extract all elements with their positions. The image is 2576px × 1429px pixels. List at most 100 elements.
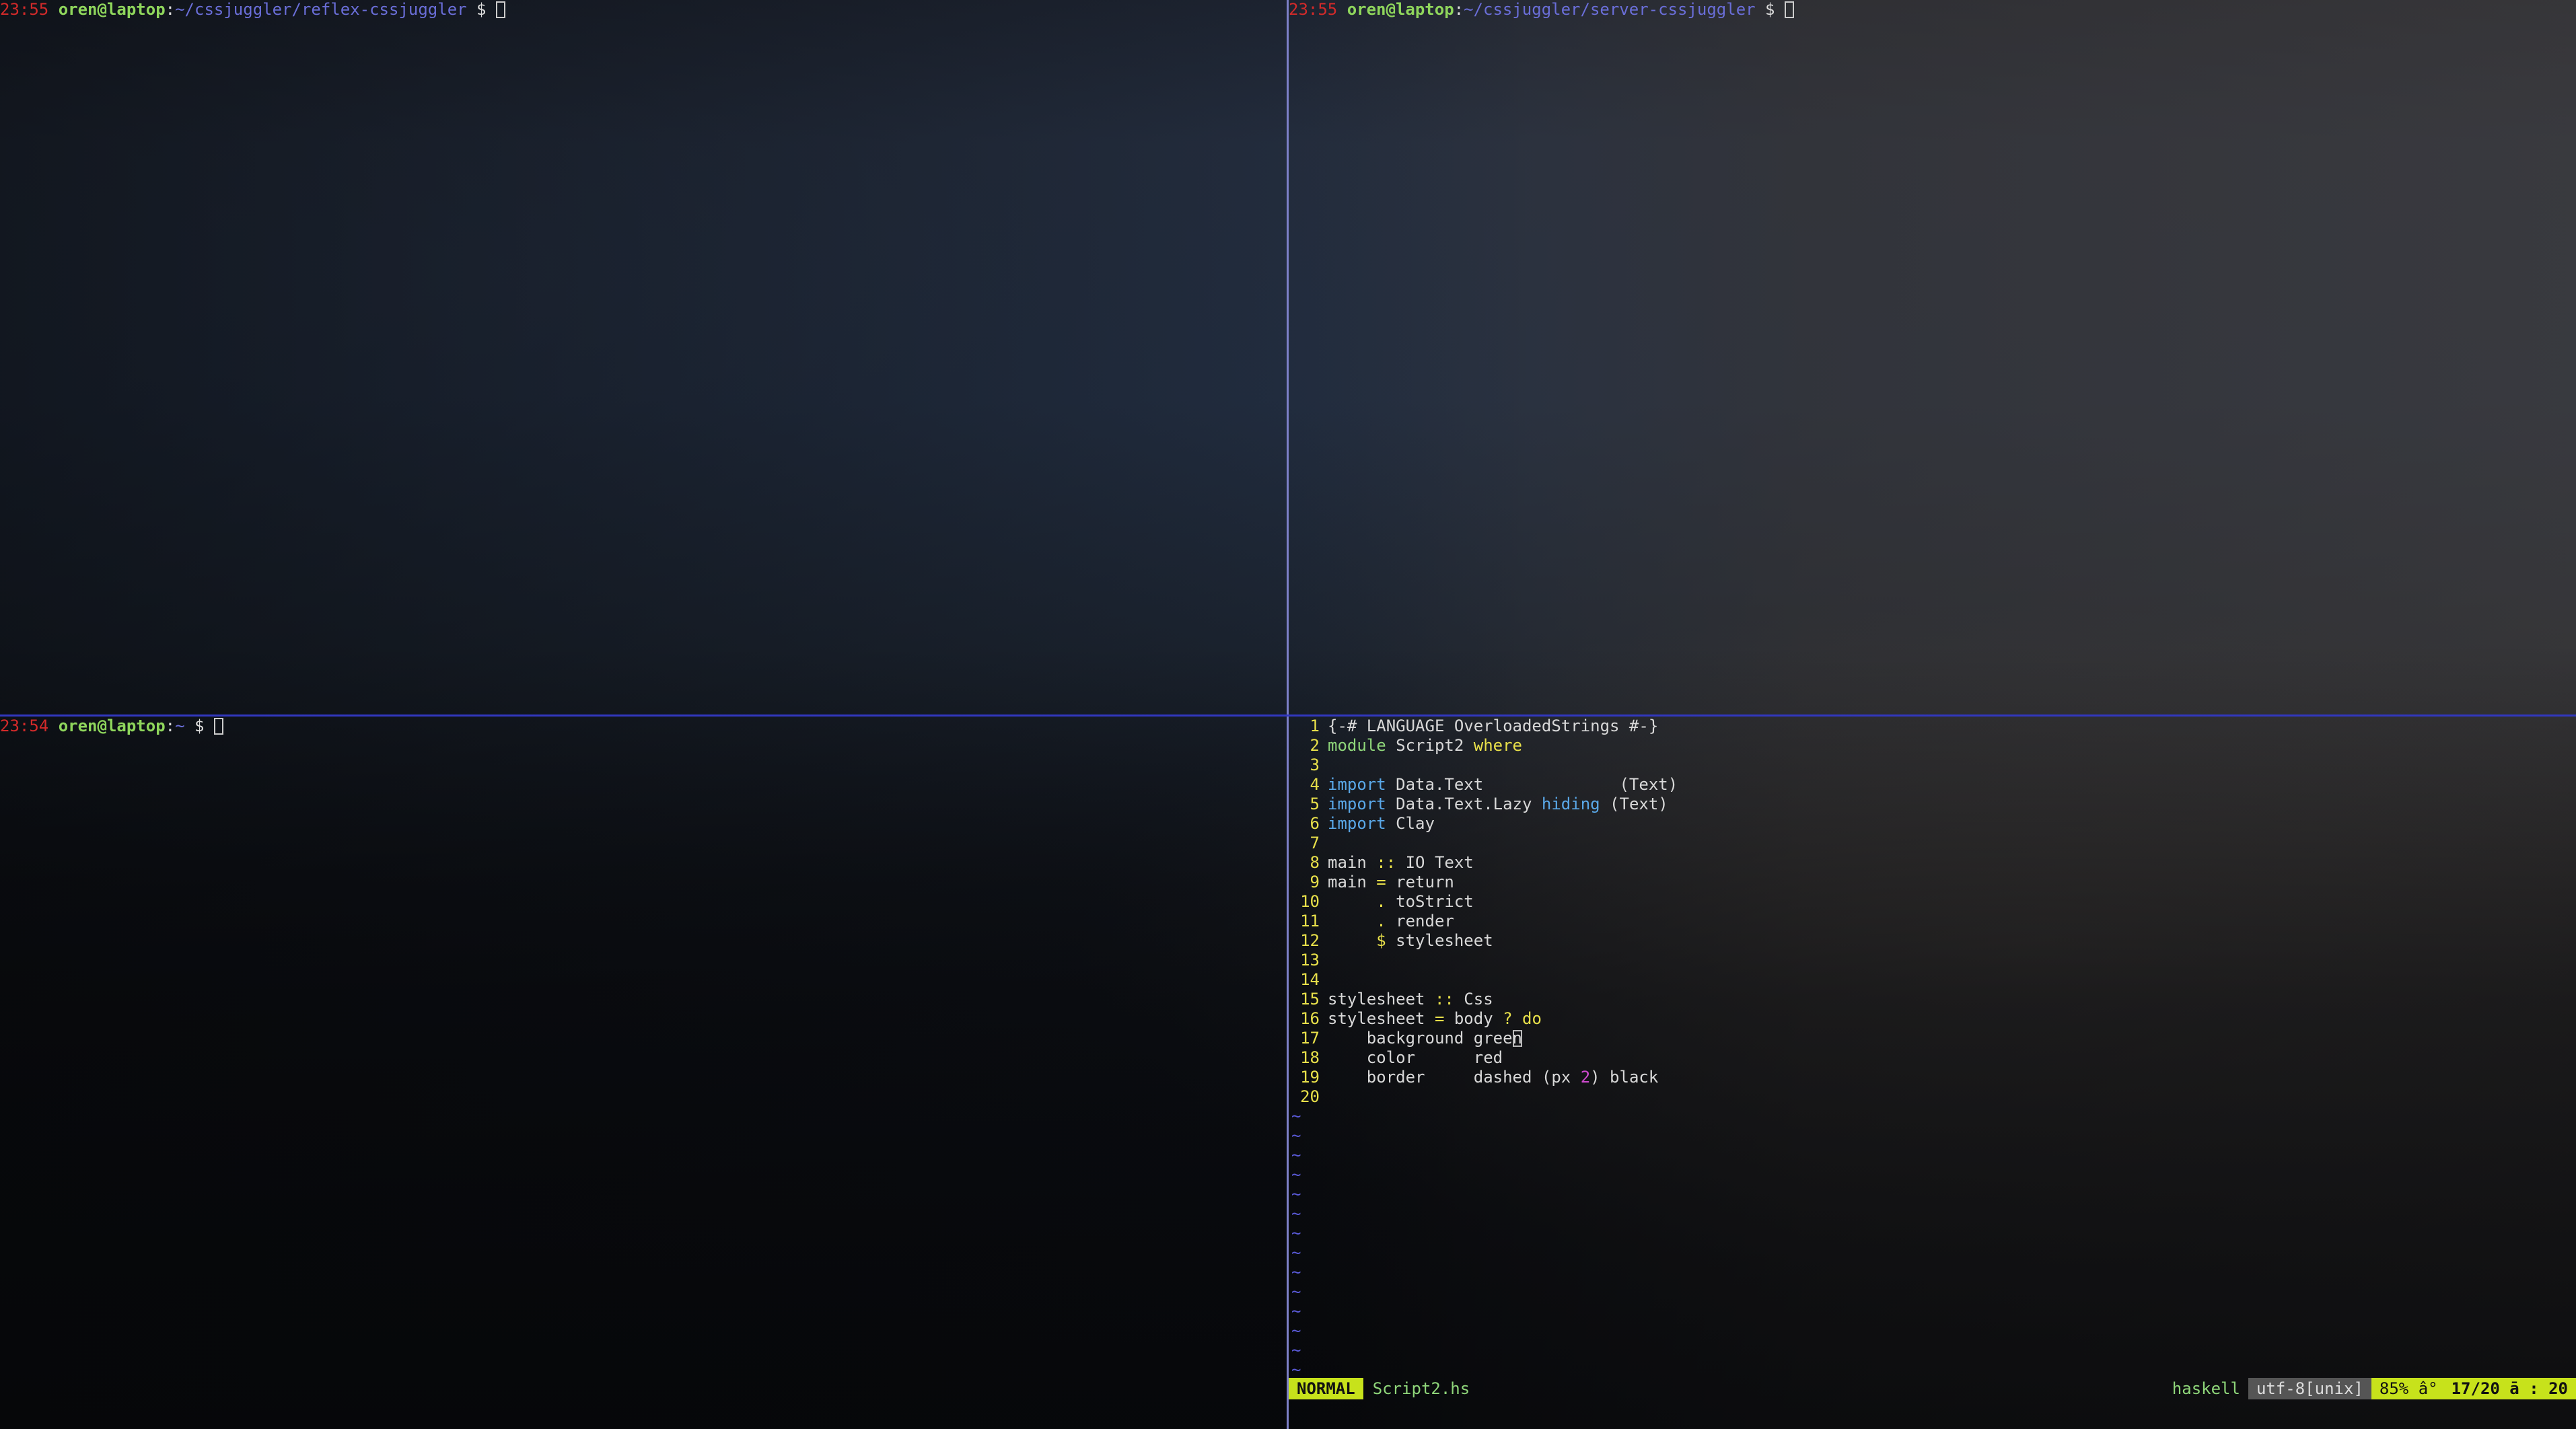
prompt-separator: : <box>165 717 176 735</box>
line-number: 1 <box>1310 717 1320 735</box>
prompt-separator: : <box>165 0 176 19</box>
code-line[interactable]: 9 main = return <box>1289 873 2576 892</box>
code-token: stylesheet <box>1328 1009 1435 1028</box>
line-number: 10 <box>1300 892 1320 911</box>
line-number: 6 <box>1310 814 1320 833</box>
line-number: 12 <box>1300 931 1320 950</box>
line-number: 15 <box>1300 990 1320 1009</box>
code-line[interactable]: 13 <box>1289 951 2576 970</box>
editor-empty-lines: ~ ~ ~ ~ ~ ~ ~ ~ ~ ~ ~ ~ ~ ~ <box>1289 1107 2576 1380</box>
prompt-path: ~ <box>175 717 185 735</box>
code-token: Css <box>1454 990 1493 1009</box>
line-number: 9 <box>1310 873 1320 891</box>
code-token: do <box>1522 1009 1542 1028</box>
prompt-user: oren@laptop <box>58 0 166 19</box>
code-token: border dashed (px <box>1328 1068 1581 1087</box>
empty-line-marker: ~ <box>1291 1185 1301 1204</box>
code-token: import <box>1328 814 1386 833</box>
code-token: IO Text <box>1396 853 1474 872</box>
line-number: 14 <box>1300 970 1320 989</box>
line-number: 11 <box>1300 912 1320 930</box>
code-token: (Text) <box>1600 795 1668 813</box>
code-line[interactable]: 5 import Data.Text.Lazy hiding (Text) <box>1289 795 2576 814</box>
line-number: 3 <box>1310 756 1320 774</box>
prompt-path: ~/cssjuggler/reflex-cssjuggler <box>175 0 467 19</box>
code-text: border dashed (px 2) black <box>1328 1068 1659 1087</box>
code-line[interactable]: 20 <box>1289 1087 2576 1107</box>
line-number: 20 <box>1300 1087 1320 1106</box>
code-text: import Data.Text (Text) <box>1328 775 1678 795</box>
code-line[interactable]: 7 <box>1289 834 2576 853</box>
line-number: 17 <box>1300 1029 1320 1048</box>
code-token: main <box>1328 873 1377 891</box>
line-number: 16 <box>1300 1009 1320 1028</box>
empty-line-marker: ~ <box>1291 1204 1301 1223</box>
code-token: {-# LANGUAGE OverloadedStrings #-} <box>1328 717 1659 735</box>
prompt-user: oren@laptop <box>1347 0 1454 19</box>
code-token: stylesheet <box>1328 990 1435 1009</box>
terminal-pane-bottom-left[interactable]: 23:54 oren@laptop:~ $ <box>0 717 1287 1429</box>
code-token: main <box>1328 853 1377 872</box>
code-line[interactable]: 17 background green <box>1289 1029 2576 1048</box>
code-line[interactable]: 4 import Data.Text (Text) <box>1289 775 2576 795</box>
code-text: $ stylesheet <box>1328 931 1493 951</box>
code-token: hiding <box>1541 795 1600 813</box>
code-line[interactable]: 1 {-# LANGUAGE OverloadedStrings #-} <box>1289 717 2576 736</box>
code-text: stylesheet :: Css <box>1328 990 1493 1009</box>
status-position: 17/20 ā : 20 <box>2445 1378 2576 1399</box>
code-token: where <box>1473 736 1522 755</box>
code-line[interactable]: 18 color red <box>1289 1048 2576 1068</box>
code-text: stylesheet = body ? do <box>1328 1009 1542 1029</box>
empty-line-marker: ~ <box>1291 1302 1301 1321</box>
code-line[interactable]: 3 <box>1289 756 2576 775</box>
prompt-dollar: $ <box>184 717 214 735</box>
code-token: $ <box>1376 931 1386 950</box>
code-line[interactable]: 12 $ stylesheet <box>1289 931 2576 951</box>
code-token: ? <box>1503 1009 1513 1028</box>
shell-prompt: 23:55 oren@laptop:~/cssjuggler/server-cs… <box>1289 0 2576 20</box>
code-token: Script2 <box>1386 736 1474 755</box>
code-line[interactable]: 8 main :: IO Text <box>1289 853 2576 873</box>
code-token: background green <box>1328 1029 1522 1048</box>
code-token: Data.Text (Text) <box>1386 775 1678 794</box>
empty-line-marker: ~ <box>1291 1107 1301 1126</box>
code-text: {-# LANGUAGE OverloadedStrings #-} <box>1328 717 1658 736</box>
shell-prompt: 23:54 oren@laptop:~ $ <box>0 717 1287 736</box>
code-token: Clay <box>1386 814 1435 833</box>
code-line[interactable]: 15 stylesheet :: Css <box>1289 990 2576 1009</box>
prompt-dollar: $ <box>1755 0 1785 19</box>
code-line[interactable]: 16 stylesheet = body ? do <box>1289 1009 2576 1029</box>
status-filetype: haskell <box>2172 1379 2240 1398</box>
code-text: . toStrict <box>1328 892 1474 912</box>
code-text: module Script2 where <box>1328 736 1522 756</box>
code-token: = <box>1434 1009 1445 1028</box>
code-token: return <box>1386 873 1454 891</box>
code-line[interactable]: 11 . render <box>1289 912 2576 931</box>
editor-buffer[interactable]: 1 {-# LANGUAGE OverloadedStrings #-} 2 modu… <box>1289 717 2576 1107</box>
code-line[interactable]: 14 <box>1289 970 2576 990</box>
code-token: :: <box>1434 990 1454 1009</box>
line-number: 13 <box>1300 951 1320 969</box>
code-line[interactable]: 19 border dashed (px 2) black <box>1289 1068 2576 1087</box>
line-number: 2 <box>1310 736 1320 755</box>
code-line[interactable]: 6 import Clay <box>1289 814 2576 834</box>
code-token: 2 <box>1580 1068 1591 1087</box>
empty-line-marker: ~ <box>1291 1126 1301 1145</box>
terminal-pane-top-right[interactable]: 23:55 oren@laptop:~/cssjuggler/server-cs… <box>1289 0 2576 714</box>
vim-editor-pane[interactable]: 1 {-# LANGUAGE OverloadedStrings #-} 2 modu… <box>1289 717 2576 1429</box>
line-number: 4 <box>1310 775 1320 794</box>
code-text: background green <box>1328 1029 1522 1048</box>
code-token: module <box>1328 736 1386 755</box>
code-text: import Data.Text.Lazy hiding (Text) <box>1328 795 1668 814</box>
code-token: body <box>1444 1009 1503 1028</box>
status-filename: Script2.hs <box>1372 1379 1470 1398</box>
code-line[interactable]: 2 module Script2 where <box>1289 736 2576 756</box>
prompt-user: oren@laptop <box>58 717 166 735</box>
terminal-pane-top-left[interactable]: 23:55 oren@laptop:~/cssjuggler/reflex-cs… <box>0 0 1287 714</box>
status-encoding: utf-8[unix] <box>2248 1378 2371 1399</box>
prompt-path: ~/cssjuggler/server-cssjuggler <box>1464 0 1756 19</box>
code-line[interactable]: 10 . toStrict <box>1289 892 2576 912</box>
prompt-separator: : <box>1454 0 1464 19</box>
